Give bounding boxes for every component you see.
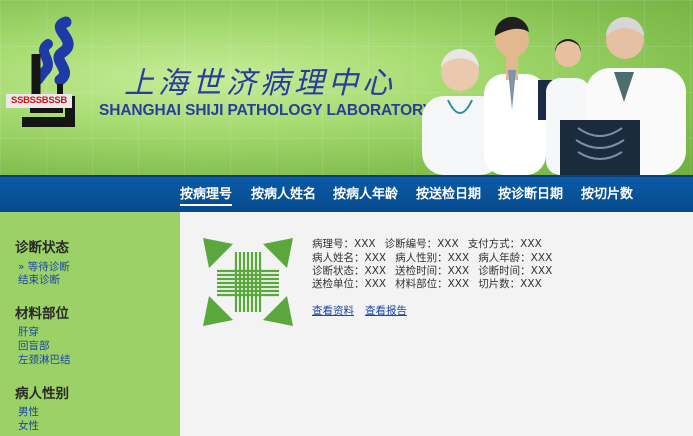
diagnosis-number: 诊断编号：XXX: [384, 238, 459, 250]
lab-logo: [22, 16, 75, 127]
sidebar-heading-patient-gender: 病人性别: [15, 386, 69, 402]
main-nav: 按病理号 按病人姓名 按病人年龄 按送检日期 按诊断日期 按切片数: [0, 175, 693, 212]
sidebar-heading-material-site: 材料部位: [15, 306, 69, 322]
nav-sort-by-diagnosis-date[interactable]: 按诊断日期: [498, 177, 563, 212]
material-site: 材料部位：XXX: [395, 278, 470, 290]
english-title: SHANGHAI SHIJI PATHOLOGY LABORATORY: [99, 102, 433, 119]
header-banner: SSBSSBSSB 上海世济病理中心 SHANGHAI SHIJI PATHOL…: [0, 0, 693, 175]
filter-left-cervical-lymph-node[interactable]: 左颈淋巴结: [18, 352, 71, 367]
nav-sort-by-patient-age[interactable]: 按病人年龄: [333, 177, 398, 212]
slide-thumbnail-icon[interactable]: [203, 238, 293, 326]
filter-female[interactable]: 女性: [18, 418, 39, 433]
payment-method: 支付方式：XXX: [467, 238, 542, 250]
record-line-1: 病理号：XXX 诊断编号：XXX 支付方式：XXX: [312, 236, 551, 251]
logo-text: SSBSSBSSB: [6, 94, 72, 108]
sidebar-heading-diagnosis-status: 诊断状态: [15, 240, 69, 256]
nav-sort-by-submission-date[interactable]: 按送检日期: [416, 177, 481, 212]
nav-sort-by-patient-name[interactable]: 按病人姓名: [251, 177, 316, 212]
filter-diagnosis-finished[interactable]: 结束诊断: [18, 272, 60, 287]
pathology-number: 病理号：XXX: [312, 238, 376, 250]
record-panel: 病理号：XXX 诊断编号：XXX 支付方式：XXX 病人姓名：XXX 病人性别：XXX…: [180, 212, 693, 436]
record-line-4: 送检单位：XXX 材料部位：XXX 切片数：XXX: [312, 276, 551, 291]
filter-liver-biopsy[interactable]: 肝穿: [18, 324, 39, 339]
filter-ileocecal[interactable]: 回盲部: [18, 338, 50, 353]
slide-count: 切片数：XXX: [478, 278, 542, 290]
filter-male[interactable]: 男性: [18, 404, 39, 419]
nav-sort-by-pathology-number[interactable]: 按病理号: [180, 177, 233, 212]
view-data-link[interactable]: 查看资料: [312, 303, 354, 318]
nav-sort-by-slide-count[interactable]: 按切片数: [581, 177, 633, 212]
doctors-photo: [422, 16, 686, 175]
view-report-link[interactable]: 查看报告: [365, 303, 407, 318]
chinese-title: 上海世济病理中心: [124, 66, 396, 101]
submitting-unit: 送检单位：XXX: [312, 278, 387, 290]
filter-sidebar: 诊断状态 » 等待诊断 结束诊断 材料部位 肝穿 回盲部 左颈淋巴结 病人性别 …: [0, 212, 180, 436]
